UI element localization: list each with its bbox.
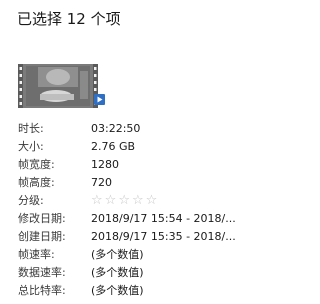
video-file-icon (18, 64, 105, 108)
property-value[interactable]: 2018/9/17 15:35 - 2018/... (91, 228, 243, 246)
star-icon[interactable]: ☆ (105, 192, 117, 210)
property-value: (多个数值) (91, 284, 144, 297)
selection-title: 已选择 12 个项 (17, 10, 121, 28)
details-pane: 已选择 12 个项 时长: 03:22:50 大小: 2.76 GB 帧宽度: … (0, 0, 247, 304)
property-value[interactable]: 720 (91, 174, 243, 192)
star-icon[interactable]: ☆ (91, 192, 103, 210)
property-label: 分级: (18, 194, 44, 207)
property-label: 大小: (18, 140, 44, 153)
video-thumbnail (18, 61, 105, 111)
property-label: 修改日期: (18, 212, 66, 225)
property-value: 2.76 GB (91, 140, 136, 153)
property-frame-width: 帧宽度: 1280 (18, 156, 247, 174)
property-total-bitrate: 总比特率: (多个数值) (18, 282, 247, 300)
star-icon[interactable]: ☆ (132, 192, 144, 210)
property-label: 数据速率: (18, 266, 66, 279)
property-label: 时长: (18, 122, 44, 135)
star-icon[interactable]: ☆ (146, 192, 158, 210)
property-label: 总比特率: (18, 284, 66, 297)
property-created-date: 创建日期: 2018/9/17 15:35 - 2018/... (18, 228, 247, 246)
property-value[interactable]: 03:22:50 (91, 120, 243, 138)
property-modified-date: 修改日期: 2018/9/17 15:54 - 2018/... (18, 210, 247, 228)
properties-list: 时长: 03:22:50 大小: 2.76 GB 帧宽度: 1280 帧高度: … (18, 120, 247, 300)
rating-stars[interactable]: ☆ ☆ ☆ ☆ ☆ (91, 192, 157, 210)
property-label: 帧宽度: (18, 158, 55, 171)
property-value[interactable]: 1280 (91, 156, 243, 174)
property-size: 大小: 2.76 GB (18, 138, 247, 156)
property-value: (多个数值) (91, 248, 144, 261)
property-rating: 分级: ☆ ☆ ☆ ☆ ☆ (18, 192, 247, 210)
property-frame-height: 帧高度: 720 (18, 174, 247, 192)
property-label: 帧速率: (18, 248, 55, 261)
property-frame-rate: 帧速率: (多个数值) (18, 246, 247, 264)
property-duration: 时长: 03:22:50 (18, 120, 247, 138)
property-value: (多个数值) (91, 266, 144, 279)
star-icon[interactable]: ☆ (118, 192, 130, 210)
property-value[interactable]: 2018/9/17 15:54 - 2018/... (91, 210, 243, 228)
property-label: 创建日期: (18, 230, 66, 243)
property-data-rate: 数据速率: (多个数值) (18, 264, 247, 282)
property-label: 帧高度: (18, 176, 55, 189)
